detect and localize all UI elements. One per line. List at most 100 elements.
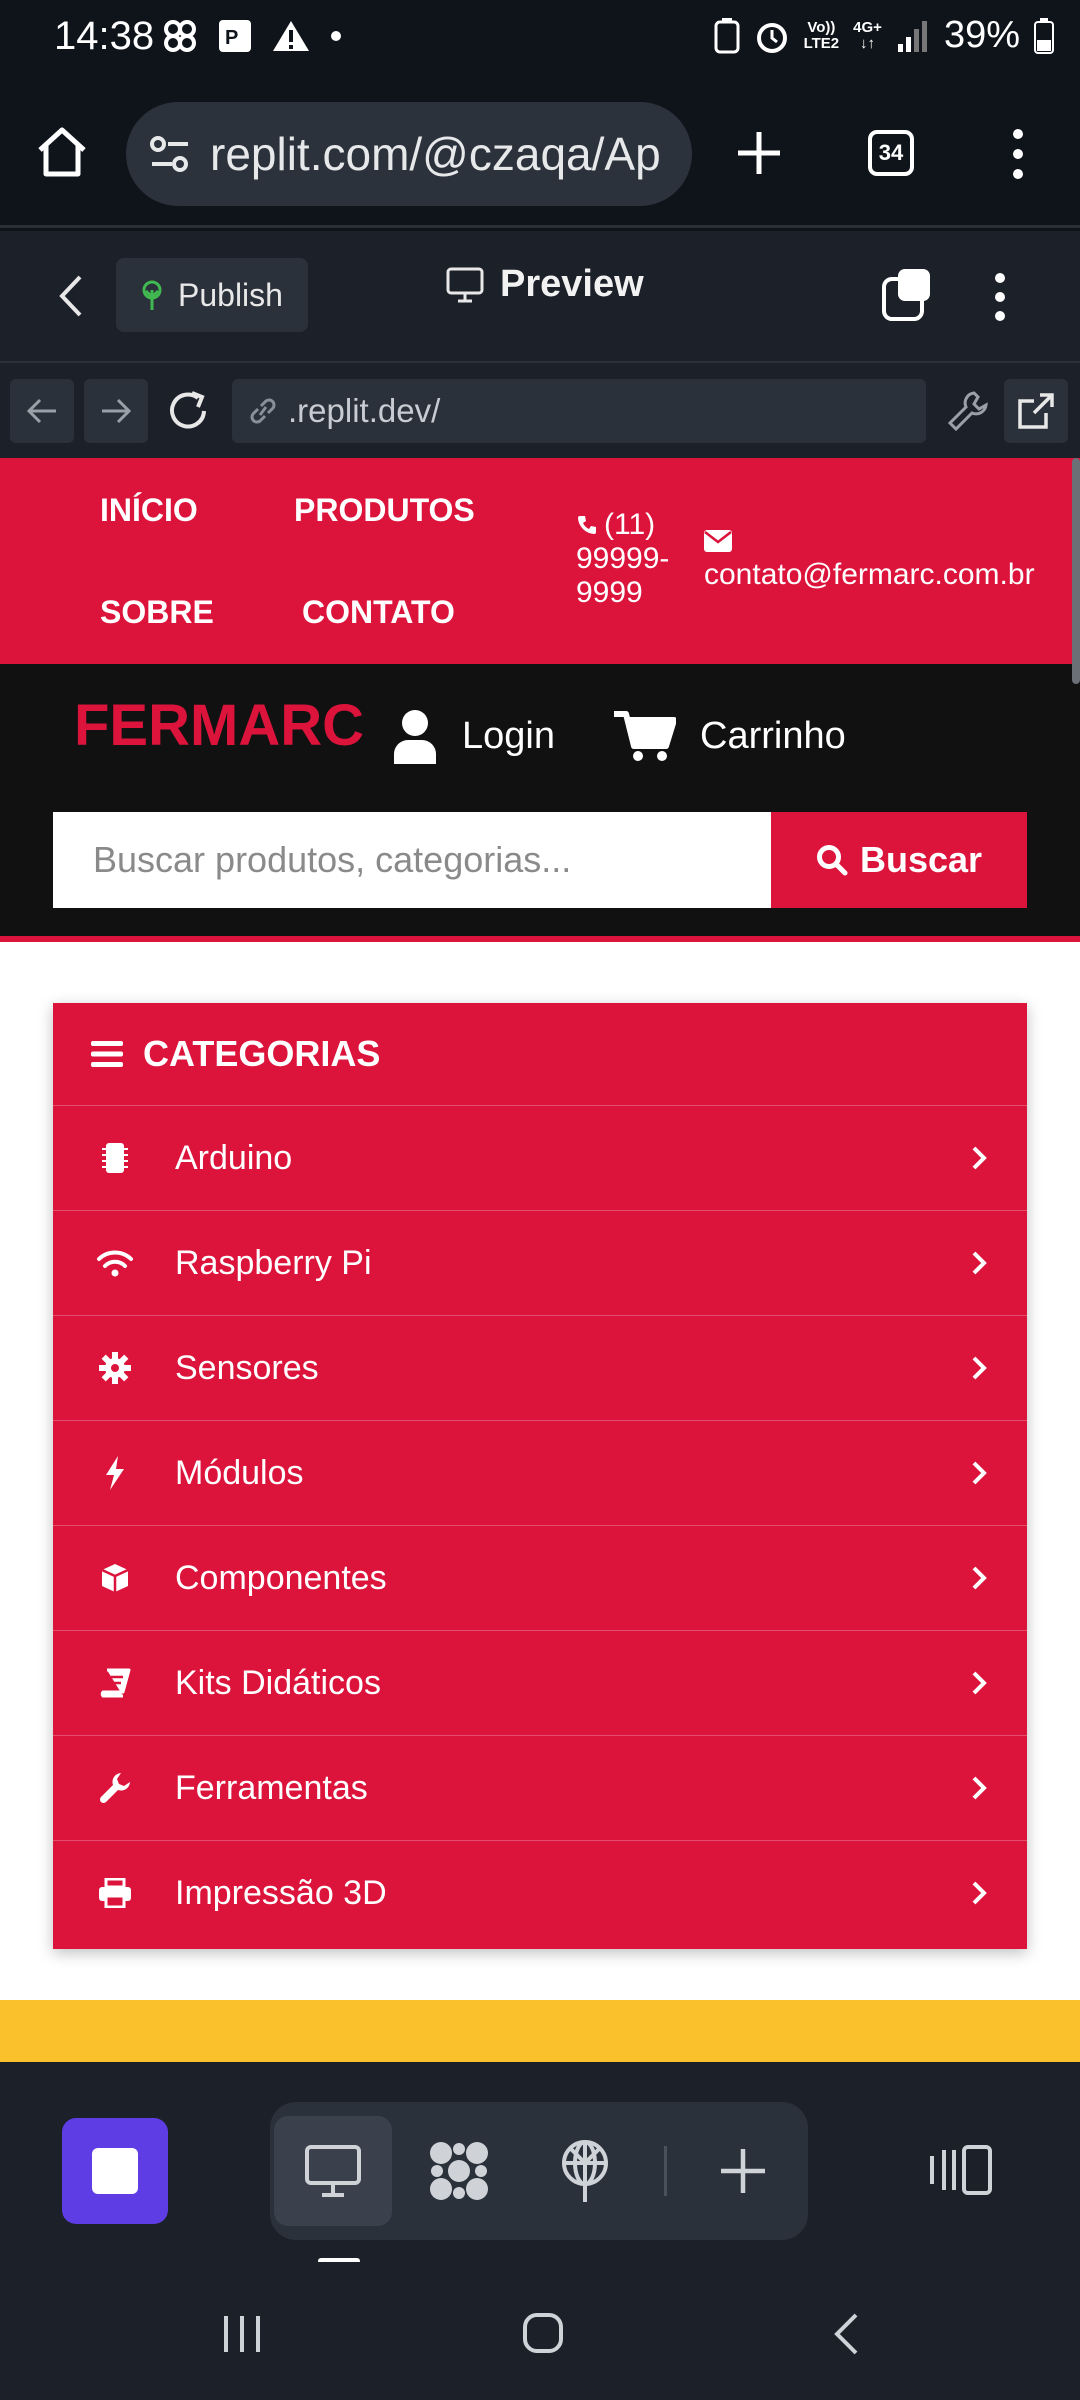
preview-url-field[interactable]: .replit.dev/: [232, 379, 926, 443]
category-item-componentes[interactable]: Componentes: [53, 1525, 1027, 1630]
nav-produtos-link[interactable]: PRODUTOS: [294, 492, 475, 529]
tab-count: 34: [868, 130, 914, 176]
recycle-battery-icon: [714, 17, 740, 53]
split-view-icon: [930, 2145, 992, 2195]
status-bar: 14:38 P Vo)) LTE2 4G+ ↓↑ 39%: [0, 0, 1080, 78]
wrench-icon: [947, 391, 988, 432]
stop-icon: [92, 2148, 138, 2194]
phone-contact[interactable]: (11) 99999- 9999: [576, 508, 676, 610]
nav-contato-link[interactable]: CONTATO: [302, 594, 455, 631]
category-item-raspberry-pi[interactable]: Raspberry Pi: [53, 1210, 1027, 1315]
recents-icon: [224, 2316, 260, 2352]
switch-tabs-button[interactable]: [880, 267, 934, 323]
pinwheel-icon: [164, 20, 196, 52]
microchip-icon: [102, 1143, 128, 1173]
android-navigation-bar: [0, 2262, 1080, 2400]
categories-panel: CATEGORIAS Arduino Raspberry Pi Sensores…: [53, 1003, 1027, 1949]
address-bar[interactable]: replit.com/@czaqa/Ap: [126, 102, 692, 206]
refresh-icon: [170, 391, 206, 429]
layout-toggle-button[interactable]: [928, 2144, 994, 2196]
wifi-icon: [97, 1250, 133, 1277]
new-tool-button[interactable]: [684, 2116, 802, 2226]
category-item-ferramentas[interactable]: Ferramentas: [53, 1735, 1027, 1840]
email-contact[interactable]: contato@fermarc.com.br: [704, 530, 1035, 592]
cube-icon: [101, 1564, 129, 1592]
bolt-icon: [106, 1456, 124, 1490]
replit-menu-button[interactable]: [991, 271, 1009, 323]
preview-tool-button[interactable]: [274, 2116, 392, 2226]
monitor-icon: [305, 2145, 361, 2197]
replit-bottom-toolbar: [0, 2062, 1080, 2264]
printer-icon: [99, 1878, 131, 1908]
arrow-left-icon: [26, 398, 56, 424]
plus-icon: [721, 2149, 765, 2193]
category-label: Kits Didáticos: [175, 1663, 381, 1702]
browser-toolbar: replit.com/@czaqa/Ap 34: [0, 78, 1080, 228]
recent-apps-button[interactable]: [222, 2314, 262, 2354]
battery-icon: [1034, 17, 1054, 54]
cart-link[interactable]: Carrinho: [614, 708, 846, 764]
category-item-modulos[interactable]: Módulos: [53, 1420, 1027, 1525]
external-link-icon: [1018, 393, 1054, 429]
preview-scrollbar[interactable]: [1072, 458, 1080, 684]
back-button[interactable]: [56, 273, 86, 319]
category-label: Impressão 3D: [175, 1873, 387, 1912]
chevron-right-icon: [972, 1356, 987, 1380]
preview-url-text: .replit.dev/: [288, 392, 441, 429]
link-icon: [250, 398, 276, 424]
cart-label: Carrinho: [700, 714, 846, 757]
devtools-button[interactable]: [946, 389, 990, 433]
open-new-tab-button[interactable]: [1004, 379, 1068, 443]
home-button[interactable]: [34, 124, 90, 180]
nav-sobre-link[interactable]: SOBRE: [100, 594, 214, 631]
workspace-tool-button[interactable]: [400, 2116, 518, 2226]
android-back-button[interactable]: [832, 2312, 860, 2356]
search-button[interactable]: Buscar: [771, 812, 1027, 908]
phone-line-2: 99999-: [576, 542, 670, 575]
site-logo[interactable]: FERMARC: [74, 692, 364, 759]
category-item-arduino[interactable]: Arduino: [53, 1105, 1027, 1210]
tab-switcher-button[interactable]: 34: [868, 130, 914, 176]
stop-button[interactable]: [62, 2118, 168, 2224]
volte-indicator: Vo)) LTE2: [803, 18, 840, 52]
user-icon: [394, 710, 436, 764]
tabs-icon: [882, 269, 930, 321]
login-link[interactable]: Login: [392, 708, 555, 764]
phone-line-3: 9999: [576, 576, 643, 609]
category-item-sensores[interactable]: Sensores: [53, 1315, 1027, 1420]
nav-inicio-link[interactable]: INÍCIO: [100, 492, 198, 529]
top-nav-bar: INÍCIO PRODUTOS SOBRE CONTATO (11) 99999…: [0, 458, 1080, 664]
warning-icon: [273, 21, 309, 51]
deploy-globe-icon: [562, 2140, 608, 2202]
publish-button[interactable]: Publish: [116, 258, 308, 332]
tool-switcher: [270, 2102, 808, 2240]
preview-url-bar: .replit.dev/: [0, 363, 1080, 458]
monitor-icon: [446, 267, 484, 302]
category-label: Módulos: [175, 1453, 304, 1492]
site-settings-icon[interactable]: [148, 134, 192, 174]
more-vert-icon: [1013, 129, 1023, 179]
replit-header: Publish Preview: [0, 231, 1080, 363]
preview-forward-button[interactable]: [84, 379, 148, 443]
apps-icon: [430, 2142, 488, 2200]
login-label: Login: [462, 714, 555, 757]
publish-tree-icon: [142, 280, 162, 310]
browser-menu-button[interactable]: [1008, 126, 1028, 182]
app-notification-icon: P: [219, 20, 251, 52]
android-home-button[interactable]: [522, 2312, 564, 2354]
chevron-left-icon: [834, 2313, 858, 2355]
category-item-impressao-3d[interactable]: Impressão 3D: [53, 1840, 1027, 1945]
reload-button[interactable]: [166, 389, 210, 433]
preview-label: Preview: [500, 263, 644, 305]
preview-back-button[interactable]: [10, 379, 74, 443]
search-icon: [816, 845, 848, 876]
new-tab-button[interactable]: [734, 128, 784, 178]
system-status: Vo)) LTE2 4G+ ↓↑ 39%: [714, 14, 1054, 57]
site-header: FERMARC Login Carrinho Buscar: [0, 664, 1080, 942]
deploy-tool-button[interactable]: [526, 2116, 644, 2226]
search-input[interactable]: [53, 812, 771, 908]
phone-line-1: (11): [604, 508, 656, 541]
url-text: replit.com/@czaqa/Ap: [210, 128, 661, 180]
more-vert-icon: [995, 273, 1005, 321]
category-item-kits-didaticos[interactable]: Kits Didáticos: [53, 1630, 1027, 1735]
